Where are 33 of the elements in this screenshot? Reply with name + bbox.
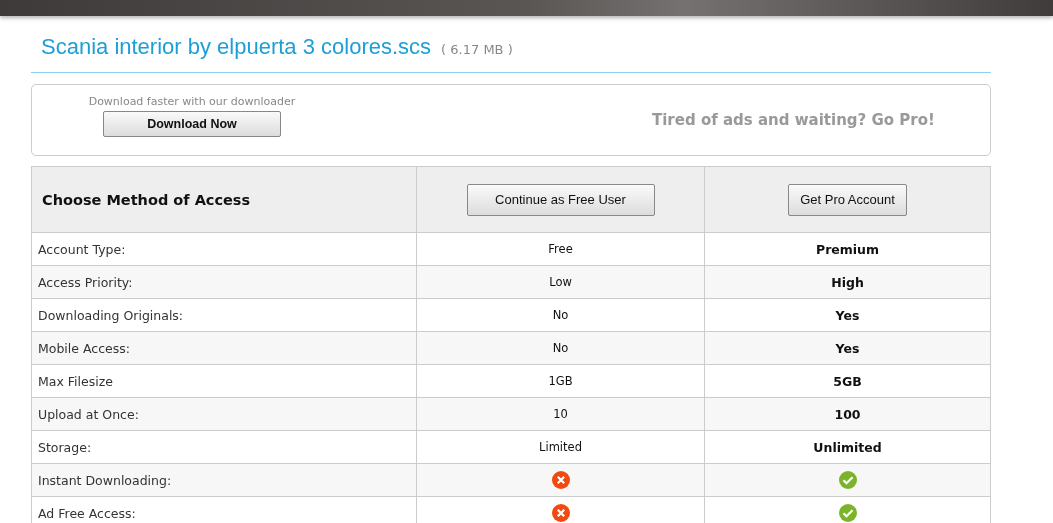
downloader-text: Download faster with our downloader [88,95,296,108]
feature-label: Downloading Originals: [38,307,184,323]
free-value: No [552,308,569,322]
free-value: Free [548,242,573,256]
pro-value: Premium [815,241,879,257]
file-size: ( 6.17 MB ) [441,42,513,57]
file-title: Scania interior by elpuerta 3 colores.scs [41,34,432,60]
table-heading: Choose Method of Access [42,191,251,208]
feature-label: Account Type: [38,241,126,257]
free-value: No [552,341,569,355]
feature-label: Access Priority: [38,274,133,290]
feature-label: Storage: [38,439,92,455]
free-value: Limited [539,440,582,454]
free-value: Low [549,275,572,289]
check-icon [838,471,857,489]
pro-value: Yes [835,307,860,323]
pro-value: Unlimited [813,439,882,455]
pro-value: 5GB [833,373,862,389]
free-value: 1GB [548,374,573,388]
feature-label: Mobile Access: [38,340,130,356]
free-user-button[interactable]: Continue as Free User [466,183,655,216]
download-now-button[interactable]: Download Now [103,111,281,137]
feature-label: Instant Downloading: [38,472,172,488]
go-pro-text: Tired of ads and waiting? Go Pro! [652,111,935,129]
free-value: 10 [553,407,568,421]
pro-value: Yes [835,340,860,356]
pro-value: High [831,274,864,290]
feature-label: Max Filesize [38,373,113,389]
pro-value: 100 [834,406,861,422]
feature-label: Ad Free Access: [38,505,136,521]
pro-account-button[interactable]: Get Pro Account [788,183,907,216]
feature-label: Upload at Once: [38,406,139,422]
cross-icon [551,471,570,489]
